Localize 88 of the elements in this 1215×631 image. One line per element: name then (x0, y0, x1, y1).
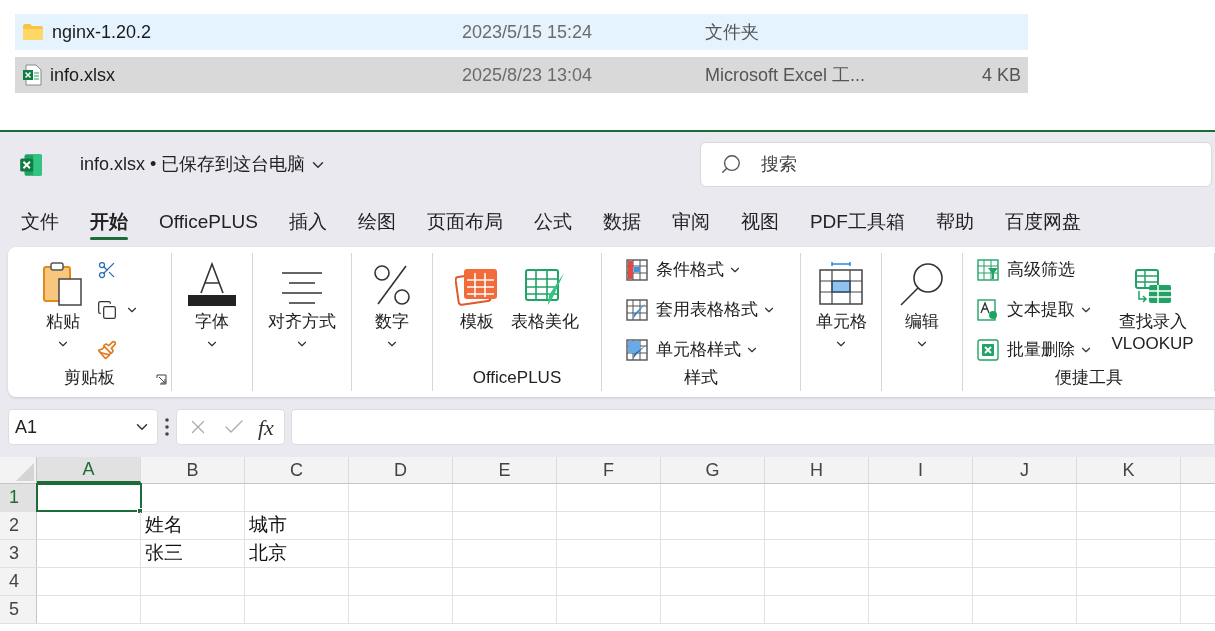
ribbon-button[interactable]: 批量删除 (976, 335, 1093, 365)
column-header[interactable]: F (557, 457, 661, 483)
ribbon-tab[interactable]: 百度网盘 (1004, 204, 1081, 240)
percent-icon (372, 263, 412, 307)
file-type: Microsoft Excel 工... (705, 63, 867, 87)
file-row[interactable]: info.xlsx 2025/8/23 13:04 Microsoft Excel 工... 4 KB (15, 57, 1028, 93)
ribbon-button[interactable]: 模板 (455, 253, 499, 365)
column-header[interactable]: J (973, 457, 1077, 483)
column-header[interactable]: I (869, 457, 973, 483)
column-header[interactable]: D (349, 457, 453, 483)
row-header[interactable]: 3 (0, 540, 37, 567)
search-field[interactable]: 搜索 (700, 142, 1212, 187)
ribbon-tab[interactable]: 页面布局 (426, 204, 503, 240)
ribbon-button[interactable]: 对齐方式 (268, 253, 336, 365)
cut-icon[interactable] (96, 260, 117, 280)
table-format-icon (626, 299, 648, 321)
ribbon-button[interactable]: 套用表格格式 (626, 295, 776, 325)
ribbon-button[interactable]: 单元格 (815, 253, 867, 365)
insert-function-button[interactable]: fx (257, 410, 274, 444)
filter-icon (976, 259, 999, 281)
column-header[interactable]: C (245, 457, 349, 483)
column-header[interactable]: B (141, 457, 245, 483)
ribbon-tab[interactable]: 帮助 (935, 204, 974, 240)
cell-style-icon (626, 339, 648, 361)
template-icon (455, 267, 499, 307)
spreadsheet-app-icon (18, 151, 44, 178)
ribbon-tab[interactable]: 公式 (533, 204, 572, 240)
group-label: OfficePLUS (472, 367, 562, 390)
cell-text: 城市 (249, 513, 287, 538)
file-date: 2023/5/15 15:24 (462, 20, 594, 44)
cell-text: 张三 (145, 541, 183, 566)
more-icon[interactable] (164, 416, 170, 438)
row-header[interactable]: 1 (0, 484, 37, 511)
cell-text: 北京 (249, 541, 287, 566)
ribbon-tab[interactable]: 视图 (740, 204, 779, 240)
ribbon-tab[interactable]: PDF工具箱 (809, 204, 905, 240)
group-label: 剪贴板 (64, 367, 115, 390)
dialog-launcher-icon[interactable] (156, 374, 167, 385)
file-size: 4 KB (981, 63, 1021, 87)
font-color-icon (187, 261, 237, 307)
delete-icon (976, 339, 999, 361)
ribbon-button[interactable]: 表格美化 (511, 253, 579, 365)
group-label: 便捷工具 (1054, 367, 1123, 390)
copy-icon[interactable] (96, 300, 117, 320)
file-row[interactable]: nginx-1.20.2 2023/5/15 15:24 文件夹 (15, 14, 1028, 50)
ribbon-button[interactable]: 单元格样式 (626, 335, 776, 365)
ribbon-tab[interactable]: 绘图 (357, 204, 396, 240)
name-box[interactable]: A1 (8, 409, 158, 445)
spreadsheet-file-icon (22, 64, 42, 86)
ribbon-tab[interactable]: 文件 (21, 204, 59, 240)
ribbon-tab[interactable]: 插入 (288, 204, 327, 240)
ribbon-button[interactable]: 粘贴 (40, 253, 85, 365)
format-painter-icon[interactable] (96, 340, 117, 360)
ribbon-tab[interactable]: 开始 (90, 204, 128, 240)
fill-handle[interactable] (137, 508, 143, 514)
column-header[interactable]: K (1077, 457, 1181, 483)
column-header[interactable]: E (453, 457, 557, 483)
row-header[interactable]: 5 (0, 596, 37, 623)
clipboard-icon (40, 261, 85, 307)
file-type: 文件夹 (705, 20, 760, 44)
file-name: info.xlsx (50, 63, 116, 87)
ribbon-tab[interactable]: OfficePLUS (159, 204, 258, 240)
ribbon-tab[interactable]: 数据 (602, 204, 641, 240)
group-label: 样式 (684, 367, 718, 390)
search-icon (898, 261, 946, 307)
ribbon-tab[interactable]: 审阅 (671, 204, 710, 240)
ribbon-button[interactable]: 字体 (187, 253, 237, 365)
text-extract-icon (976, 299, 999, 321)
row-header[interactable]: 4 (0, 568, 37, 595)
formula-input[interactable] (291, 409, 1215, 445)
ribbon-button[interactable]: 条件格式 (626, 255, 776, 285)
cells-icon (818, 261, 864, 307)
column-header[interactable]: G (661, 457, 765, 483)
file-name: nginx-1.20.2 (52, 20, 152, 44)
search-icon (720, 153, 742, 175)
ribbon-button[interactable]: 文本提取 (976, 295, 1093, 325)
row-header[interactable]: 2 (0, 512, 37, 539)
window-title: info.xlsx • 已保存到这台电脑 (80, 153, 306, 176)
conditional-format-icon (626, 259, 648, 281)
folder-icon (22, 23, 44, 41)
file-date: 2025/8/23 13:04 (462, 63, 594, 87)
cell-text: 姓名 (145, 513, 183, 538)
ribbon-button[interactable]: 查找录入 VLOOKUP (1104, 253, 1201, 365)
ribbon-button[interactable]: 数字 (372, 253, 412, 365)
ribbon-button[interactable]: 高级筛选 (976, 255, 1093, 285)
column-header[interactable]: A (37, 457, 141, 483)
column-header[interactable]: H (765, 457, 869, 483)
ribbon-button[interactable]: 编辑 (898, 253, 946, 365)
